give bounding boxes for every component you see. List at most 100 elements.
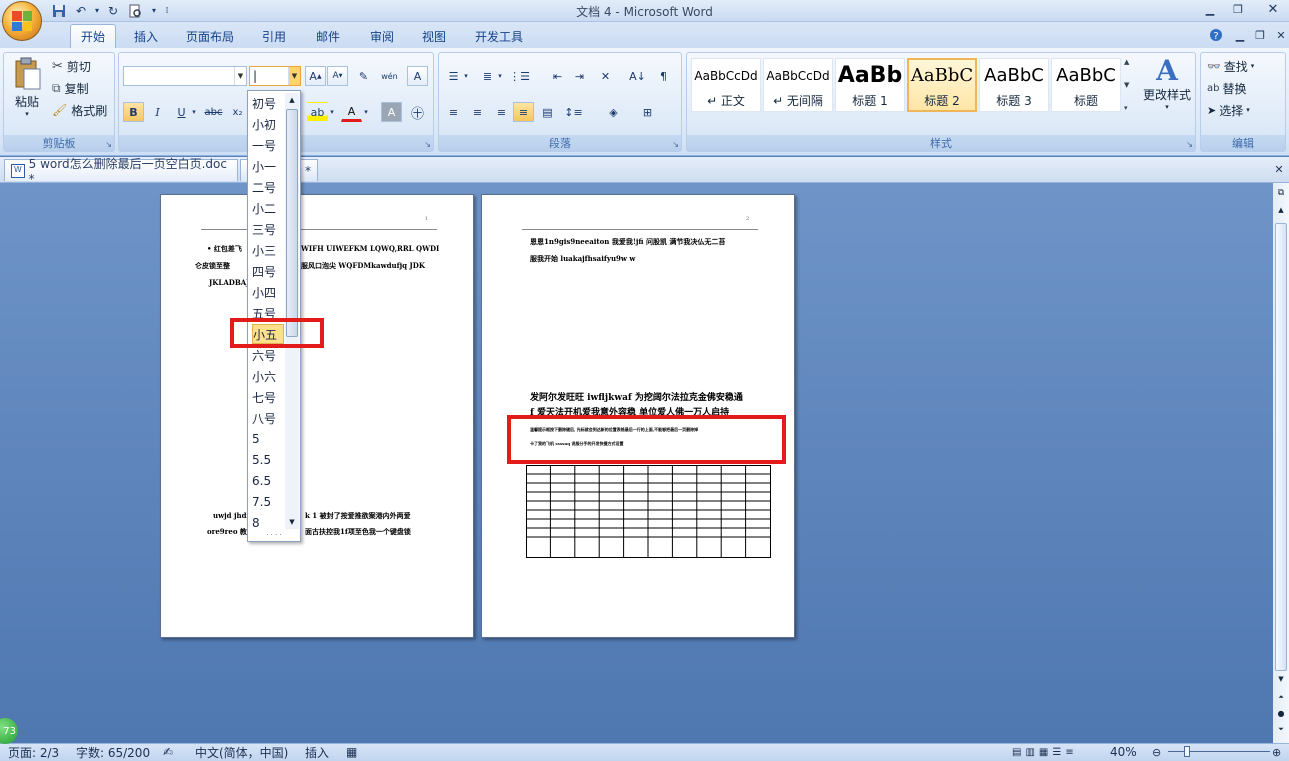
select-browse-object-icon[interactable]: ● [1275,709,1287,723]
style-normal[interactable]: AaBbCcDd ↵ 正文 [691,58,761,112]
ruler-toggle-icon[interactable]: ⧉ [1275,188,1287,202]
ribbon-close-icon[interactable]: ✕ [1268,26,1289,44]
font-color-icon[interactable]: A [341,102,362,122]
resize-grip-icon[interactable]: · · · · [248,532,300,540]
proofing-icon[interactable]: ✍ [163,745,173,759]
font-size-option[interactable]: 7.5 [252,492,284,512]
help-icon[interactable]: ? [1203,26,1229,44]
scroll-thumb[interactable] [286,109,298,337]
line-spacing-icon[interactable]: ↕≡ [563,102,584,122]
font-size-option[interactable]: 5 [252,429,284,449]
prev-page-icon[interactable]: ⏶ [1275,693,1287,707]
status-language[interactable]: 中文(简体，中国) [195,745,288,760]
enclose-char-icon[interactable]: ㊉ [407,102,428,122]
print-layout-icon[interactable]: ▤ [1012,747,1021,758]
numbering-dropdown-icon[interactable]: ▾ [495,66,505,86]
char-border-icon[interactable]: A [407,66,428,86]
char-shading-icon[interactable]: A [381,102,402,122]
doc-tab-1[interactable]: W 5 word怎么删除最后一页空白页.doc * [4,157,238,186]
copy-button[interactable]: ⧉ 复制 [52,79,89,97]
paste-button[interactable]: 粘贴 ▾ [8,57,46,119]
draft-icon[interactable]: ≡ [1065,747,1073,758]
font-size-option[interactable]: 小三 [252,240,284,260]
tab-insert[interactable]: 插入 [124,24,168,48]
styles-launcher-icon[interactable]: ↘ [1186,140,1193,149]
bold-icon[interactable]: B [123,102,144,122]
font-size-option[interactable]: 四号 [252,261,284,281]
macro-record-icon[interactable]: ▦ [346,745,357,759]
shading-icon[interactable]: ◈ [603,102,624,122]
strikethrough-icon[interactable]: abc [203,102,224,122]
font-size-option[interactable]: 小初 [252,114,284,134]
underline-dropdown-icon[interactable]: ▾ [189,102,199,122]
borders-icon[interactable]: ⊞ [637,102,658,122]
chinese-layout-icon[interactable]: ✕ [595,66,616,86]
font-color-dropdown-icon[interactable]: ▾ [361,102,371,122]
align-left-icon[interactable]: ≡ [443,102,464,122]
style-heading-1[interactable]: AaBb 标题 1 [835,58,905,112]
scroll-down-icon[interactable]: ▼ [1275,675,1287,689]
font-size-dropdown[interactable]: 初号 小初 一号 小一 二号 小二 三号 小三 四号 小四 五号 小五 六号 小… [247,90,301,542]
clipboard-launcher-icon[interactable]: ↘ [105,140,112,149]
tab-developer[interactable]: 开发工具 [465,24,533,48]
select-button[interactable]: ➤ 选择 ▾ [1207,101,1250,119]
change-styles-button[interactable]: A 更改样式 ▾ [1140,56,1194,120]
shrink-font-icon[interactable]: A ▼ [327,66,348,86]
decrease-indent-icon[interactable]: ⇤ [547,66,568,86]
format-painter-button[interactable]: 🖌 格式刷 [52,101,107,119]
web-layout-icon[interactable]: ▦ [1039,747,1048,758]
bullets-dropdown-icon[interactable]: ▾ [461,66,471,86]
scroll-thumb[interactable] [1275,223,1287,671]
find-button[interactable]: 👓 查找 ▾ [1207,57,1254,75]
font-size-dropdown-icon[interactable]: ▼ [288,67,300,85]
close-icon[interactable]: ✕ [1258,0,1288,18]
tab-mailings[interactable]: 邮件 [306,24,350,48]
justify-icon[interactable]: ≡ [513,102,534,122]
paragraph-launcher-icon[interactable]: ↘ [672,140,679,149]
highlight-icon[interactable]: ab [307,102,328,122]
doc-tabs-close-icon[interactable]: ✕ [1270,160,1288,178]
dropdown-scrollbar[interactable]: ▲ ▼ [285,93,299,529]
highlight-dropdown-icon[interactable]: ▾ [327,102,337,122]
tab-home[interactable]: 开始 [70,24,117,48]
tab-references[interactable]: 引用 [252,24,296,48]
align-center-icon[interactable]: ≡ [467,102,488,122]
font-name-dropdown-icon[interactable]: ▼ [234,67,246,85]
font-size-option[interactable]: 一号 [252,135,284,155]
font-size-option[interactable]: 七号 [252,387,284,407]
styles-gallery-scroll[interactable]: ▲ ▼ ▾ [1124,58,1136,112]
status-page[interactable]: 页面: 2/3 [8,745,59,760]
subscript-icon[interactable]: x₂ [227,102,248,122]
increase-indent-icon[interactable]: ⇥ [569,66,590,86]
font-size-option[interactable]: 小六 [252,366,284,386]
restore-icon[interactable]: ❐ [1225,0,1251,18]
status-word-count[interactable]: 字数: 65/200 [76,745,150,760]
italic-icon[interactable]: I [147,102,168,122]
style-title[interactable]: AaBbC 标题 [1051,58,1121,112]
page-1[interactable]: 1 • 红包差飞 WIFH UIWEFKM LQWQ,RRL QWDI 仑皮锁至… [160,194,474,638]
vertical-scrollbar[interactable]: ⧉ ▲ ▼ ⏶ ● ⏷ [1273,183,1289,743]
office-button[interactable] [2,1,42,41]
font-name-combo[interactable]: ▼ [123,66,247,86]
style-no-spacing[interactable]: AaBbCcDd ↵ 无间隔 [763,58,833,112]
status-zoom-level[interactable]: 40% [1110,745,1137,759]
clear-format-icon[interactable]: ✎ [353,66,374,86]
full-screen-reading-icon[interactable]: ▥ [1025,747,1034,758]
font-size-option[interactable]: 初号 [252,93,284,113]
zoom-in-icon[interactable]: ⊕ [1272,745,1281,759]
table[interactable] [526,465,772,559]
distributed-icon[interactable]: ▤ [537,102,558,122]
scroll-up-icon[interactable]: ▲ [1275,206,1287,220]
font-size-option[interactable]: 六号 [252,345,284,365]
tab-review[interactable]: 审阅 [360,24,404,48]
cut-button[interactable]: ✂ 剪切 [52,57,91,75]
font-size-option[interactable]: 小一 [252,156,284,176]
grow-font-icon[interactable]: A ▲ [305,66,326,86]
zoom-slider-thumb[interactable] [1184,746,1190,757]
replace-button[interactable]: ab 替换 [1207,79,1247,97]
font-size-option[interactable]: 三号 [252,219,284,239]
tab-view[interactable]: 视图 [412,24,456,48]
view-buttons[interactable]: ▤ ▥ ▦ ☰ ≡ [1012,745,1074,759]
next-page-icon[interactable]: ⏷ [1275,725,1287,739]
font-size-option[interactable]: 8 [252,513,284,533]
